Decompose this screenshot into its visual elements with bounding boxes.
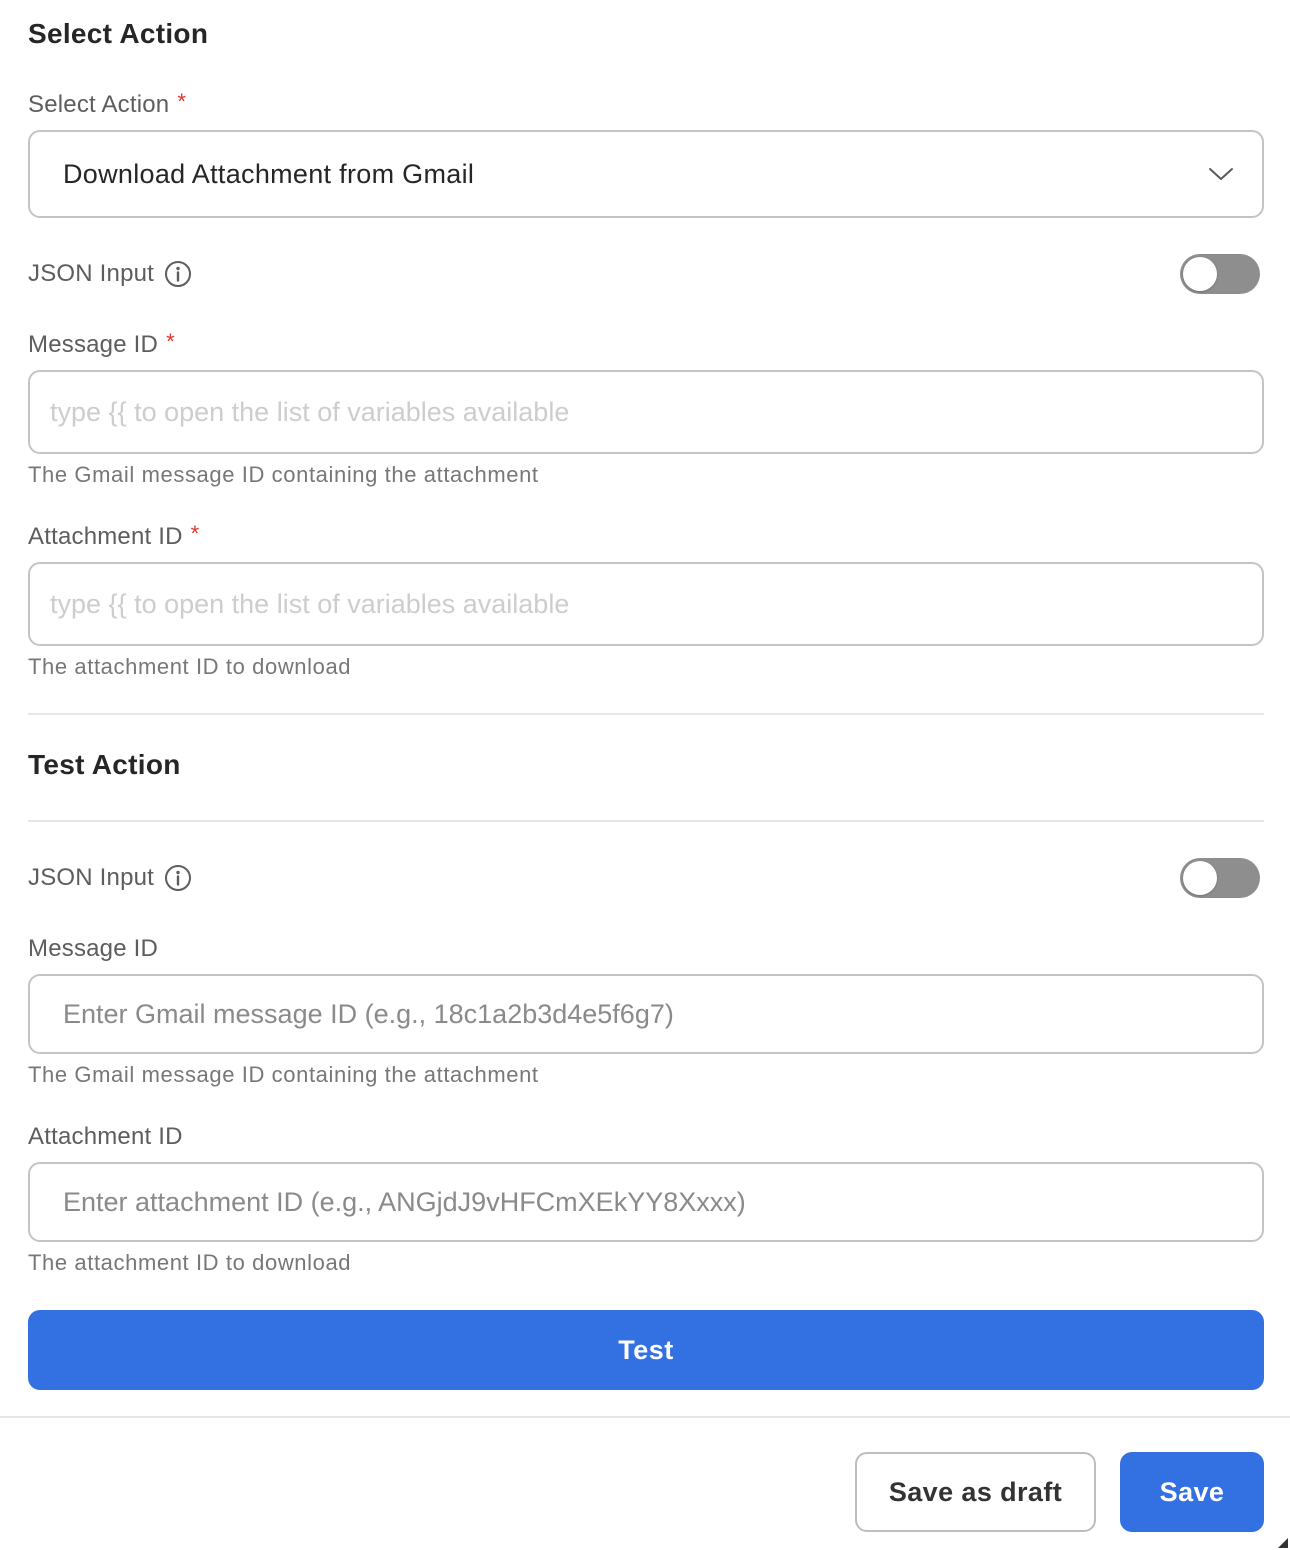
section-divider — [28, 820, 1264, 822]
test-message-id-label: Message ID — [28, 935, 159, 962]
test-action-heading: Test Action — [28, 749, 181, 780]
test-json-input-label-text: JSON Input — [28, 864, 155, 891]
test-message-id-helper: The Gmail message ID containing the atta… — [28, 1062, 539, 1087]
test-json-input-toggle[interactable] — [1180, 858, 1260, 898]
attachment-id-variable-input[interactable] — [28, 562, 1264, 646]
info-circle-icon[interactable] — [164, 260, 192, 288]
json-input-toggle[interactable] — [1180, 254, 1260, 294]
required-asterisk: * — [166, 329, 175, 354]
toggle-knob — [1183, 861, 1217, 895]
test-message-id-input[interactable] — [28, 974, 1264, 1054]
toggle-knob — [1183, 257, 1217, 291]
test-button[interactable]: Test — [28, 1310, 1264, 1390]
test-json-input-label: JSON Input — [28, 864, 192, 892]
chevron-down-icon — [1209, 168, 1233, 180]
footer-bar: Save as draft Save — [0, 1416, 1290, 1550]
attachment-id-label: Attachment ID * — [28, 521, 200, 551]
action-select-value: Download Attachment from Gmail — [63, 158, 475, 189]
info-circle-icon[interactable] — [164, 864, 192, 892]
json-input-label: JSON Input — [28, 260, 192, 288]
action-config-panel: Select Action Select Action * Download At… — [0, 0, 1290, 1550]
select-action-label-text: Select Action — [28, 91, 170, 118]
message-id-helper: The Gmail message ID containing the atta… — [28, 462, 539, 487]
message-id-variable-input[interactable] — [28, 370, 1264, 454]
select-action-label: Select Action * — [28, 89, 187, 119]
test-json-input-row: JSON Input — [28, 856, 1264, 900]
json-input-row: JSON Input — [28, 252, 1264, 296]
json-input-label-text: JSON Input — [28, 260, 155, 287]
attachment-id-label-text: Attachment ID — [28, 523, 183, 550]
save-button[interactable]: Save — [1120, 1452, 1264, 1532]
test-attachment-id-label: Attachment ID — [28, 1123, 183, 1150]
attachment-id-helper: The attachment ID to download — [28, 654, 352, 679]
save-as-draft-button[interactable]: Save as draft — [855, 1452, 1096, 1532]
test-attachment-id-helper: The attachment ID to download — [28, 1250, 352, 1275]
action-select-dropdown[interactable]: Download Attachment from Gmail — [28, 130, 1264, 218]
required-asterisk: * — [190, 521, 200, 546]
section-divider — [28, 713, 1264, 715]
select-action-heading: Select Action — [28, 18, 209, 49]
test-attachment-id-input[interactable] — [28, 1162, 1264, 1242]
message-id-label: Message ID * — [28, 329, 175, 359]
message-id-label-text: Message ID — [28, 331, 159, 358]
resize-grip-icon[interactable] — [1278, 1538, 1288, 1548]
required-asterisk: * — [177, 89, 187, 114]
